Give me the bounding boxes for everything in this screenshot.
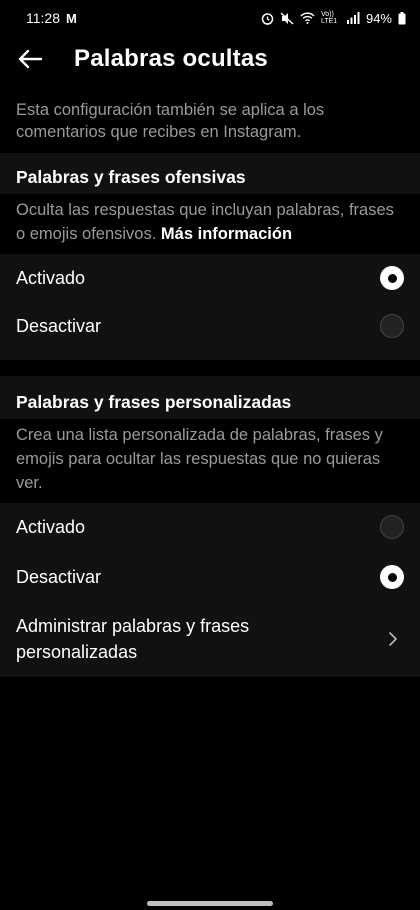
chevron-right-icon <box>382 628 404 650</box>
section-gap <box>0 360 420 376</box>
arrow-left-icon <box>18 49 43 69</box>
more-info-link[interactable]: Más información <box>161 225 292 243</box>
option-label: Activado <box>16 516 86 537</box>
offensive-option-on[interactable]: Activado <box>0 254 420 302</box>
battery-percent: 94% <box>365 10 392 26</box>
custom-option-off[interactable]: Desactivar <box>0 551 420 603</box>
radio-selected[interactable] <box>380 565 404 589</box>
status-time: 11:28 <box>26 10 60 26</box>
signal-icon <box>346 12 360 24</box>
option-label: Activado <box>16 267 86 288</box>
custom-option-on[interactable]: Activado <box>0 503 420 551</box>
volte-label: Vo)) LTE1 <box>320 11 338 25</box>
option-label: Desactivar <box>16 566 102 587</box>
home-indicator[interactable] <box>147 901 273 906</box>
radio-unselected[interactable] <box>380 314 404 338</box>
custom-section-title: Palabras y frases personalizadas <box>16 392 292 412</box>
status-left: 11:28 M <box>26 10 77 26</box>
offensive-options: Activado Desactivar <box>0 254 420 360</box>
carrier-badge: M <box>66 10 77 26</box>
status-bar: 11:28 M Vo)) LTE1 94% <box>0 0 420 36</box>
mute-icon <box>280 11 294 25</box>
alarm-icon <box>261 12 274 25</box>
radio-unselected[interactable] <box>380 515 404 539</box>
offensive-section-description: Oculta las respuestas que incluyan palab… <box>0 194 420 254</box>
custom-options: Activado Desactivar Administrar palabras… <box>0 503 420 677</box>
status-right: Vo)) LTE1 94% <box>261 11 406 26</box>
back-button[interactable] <box>16 45 44 73</box>
radio-selected[interactable] <box>380 266 404 290</box>
option-label: Desactivar <box>16 315 102 336</box>
offensive-section-title: Palabras y frases ofensivas <box>16 167 246 187</box>
offensive-option-off[interactable]: Desactivar <box>0 302 420 350</box>
manage-custom-words-item[interactable]: Administrar palabras y frases personaliz… <box>0 603 420 677</box>
custom-section-description: Crea una lista personalizada de palabras… <box>0 419 420 503</box>
intro-text: Esta configuración también se aplica a l… <box>16 101 325 141</box>
battery-icon <box>398 11 406 24</box>
wifi-icon <box>300 12 315 24</box>
divider <box>0 350 420 360</box>
app-header: Palabras ocultas <box>0 36 420 82</box>
page-title: Palabras ocultas <box>74 45 268 72</box>
offensive-section: Palabras y frases ofensivas <box>0 153 420 194</box>
custom-section: Palabras y frases personalizadas <box>0 376 420 419</box>
manage-custom-words-label: Administrar palabras y frases personaliz… <box>16 616 250 662</box>
